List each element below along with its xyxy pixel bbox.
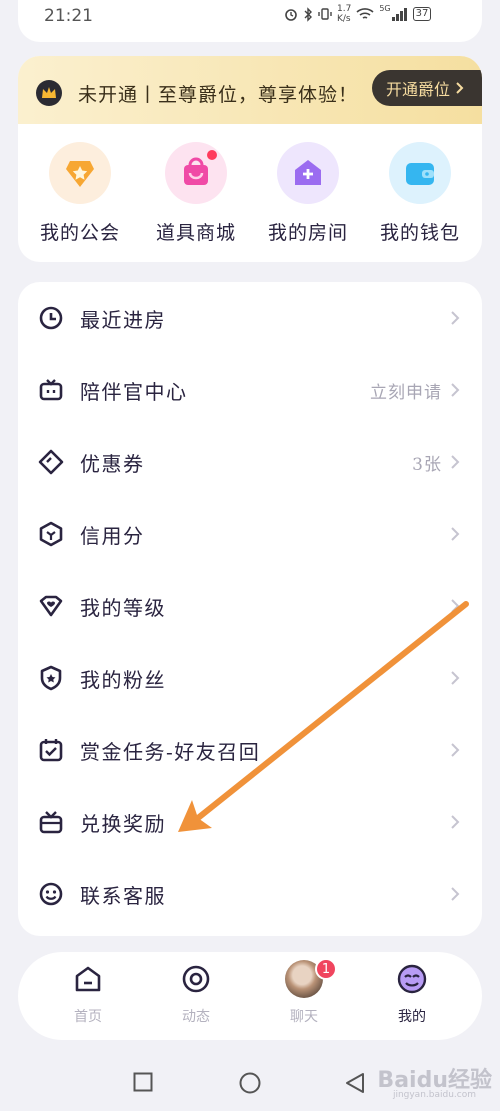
- menu-item-label: 联系客服: [80, 883, 166, 908]
- star-badge-icon: [49, 142, 111, 204]
- menu-item-customer-service[interactable]: 联系客服: [18, 858, 482, 930]
- credit-hexagon-icon: [39, 521, 63, 547]
- chevron-right-icon: [451, 311, 460, 325]
- menu-item-label: 兑换奖励: [80, 811, 166, 836]
- menu-list: 最近进房 陪伴官中心 立刻申请 优惠券 3张 信用分 我的等级 我的粉丝 赏金任…: [18, 282, 482, 936]
- smile-face-icon: [39, 882, 63, 906]
- bottom-nav: 首页 动态 1 聊天 我的: [18, 952, 482, 1040]
- vip-banner[interactable]: 未开通丨至尊爵位，尊享体验！ 开通爵位: [18, 56, 482, 124]
- signal-icon: [391, 7, 407, 21]
- chevron-right-icon: [451, 455, 460, 469]
- calendar-check-icon: [39, 739, 63, 762]
- status-icons: 1.7 K/s 5G 37: [284, 4, 432, 24]
- bluetooth-icon: [304, 6, 312, 22]
- profile-face-icon: [395, 962, 429, 996]
- net-speed-value: 1.7: [337, 4, 352, 14]
- quick-actions: 我的公会 道具商城 我的房间 我的钱包: [18, 142, 482, 252]
- open-vip-button[interactable]: 开通爵位: [372, 70, 482, 106]
- back-icon[interactable]: [344, 1072, 366, 1094]
- watermark-subtext: jingyan.baidu.com: [392, 1090, 476, 1100]
- quick-action-label: 我的钱包: [379, 222, 460, 244]
- quick-action-shop[interactable]: 道具商城: [138, 142, 254, 252]
- chevron-right-icon: [456, 82, 464, 94]
- battery-indicator: 37: [412, 7, 432, 21]
- quick-action-wallet[interactable]: 我的钱包: [362, 142, 478, 252]
- tv-icon: [39, 379, 63, 401]
- vip-status-text: 未开通丨至尊爵位，尊享体验！: [78, 84, 359, 106]
- menu-item-coupons[interactable]: 优惠券 3张: [18, 426, 482, 498]
- status-bar: 21:21 1.7 K/s 5G 37: [0, 0, 500, 32]
- open-vip-button-label: 开通爵位: [386, 80, 451, 99]
- nav-tab-label: 聊天: [290, 1009, 318, 1025]
- nav-tab-label: 首页: [74, 1009, 102, 1025]
- chevron-right-icon: [451, 815, 460, 829]
- avatar: 1: [285, 958, 337, 998]
- status-time: 21:21: [44, 6, 93, 26]
- chevron-right-icon: [451, 887, 460, 901]
- wifi-icon: [356, 8, 374, 19]
- quick-action-label: 我的公会: [39, 222, 120, 244]
- menu-item-my-fans[interactable]: 我的粉丝: [18, 642, 482, 714]
- wallet-icon: [389, 142, 451, 204]
- menu-item-label: 信用分: [80, 523, 145, 548]
- nav-tab-chat[interactable]: 1 聊天: [264, 958, 344, 1032]
- nav-tab-home[interactable]: 首页: [48, 962, 128, 1032]
- nav-tab-label: 我的: [398, 1009, 426, 1025]
- gift-box-icon: [39, 811, 63, 834]
- menu-item-label: 优惠券: [80, 451, 145, 476]
- menu-item-my-level[interactable]: 我的等级: [18, 570, 482, 642]
- menu-item-label: 我的等级: [80, 595, 166, 620]
- crown-icon: [36, 80, 62, 106]
- menu-item-label: 最近进房: [80, 307, 166, 332]
- level-heart-icon: [39, 595, 63, 617]
- menu-item-value: 3张: [412, 454, 442, 475]
- chevron-right-icon: [451, 599, 460, 613]
- menu-item-companion-center[interactable]: 陪伴官中心 立刻申请: [18, 354, 482, 426]
- chevron-right-icon: [451, 527, 460, 541]
- menu-item-redeem-rewards[interactable]: 兑换奖励: [18, 786, 482, 858]
- quick-action-label: 道具商城: [155, 222, 236, 244]
- menu-item-value: 立刻申请: [370, 382, 442, 403]
- net-speed-unit: K/s: [337, 14, 351, 24]
- alarm-icon: [285, 9, 297, 21]
- menu-item-label: 赏金任务-好友召回: [80, 739, 261, 764]
- nav-tab-me[interactable]: 我的: [372, 962, 452, 1032]
- signal-type-label: 5G: [379, 4, 391, 13]
- target-icon: [179, 962, 213, 996]
- unread-badge: 1: [315, 958, 337, 980]
- chevron-right-icon: [451, 383, 460, 397]
- menu-item-recent-rooms[interactable]: 最近进房: [18, 282, 482, 354]
- recent-apps-icon[interactable]: [133, 1072, 153, 1092]
- menu-item-credit-score[interactable]: 信用分: [18, 498, 482, 570]
- quick-action-label: 我的房间: [267, 222, 348, 244]
- chevron-right-icon: [451, 671, 460, 685]
- house-plus-icon: [277, 142, 339, 204]
- vibrate-icon: [318, 8, 332, 20]
- menu-item-label: 陪伴官中心: [80, 379, 188, 404]
- net-speed: 1.7 K/s: [337, 4, 351, 24]
- nav-tab-label: 动态: [182, 1009, 210, 1025]
- membership-card: 未开通丨至尊爵位，尊享体验！ 开通爵位 我的公会 道具商城 我的房间 我的钱包: [18, 56, 482, 262]
- quick-action-room[interactable]: 我的房间: [250, 142, 366, 252]
- quick-action-guild[interactable]: 我的公会: [22, 142, 138, 252]
- shopping-bag-icon: [165, 142, 227, 204]
- shield-icon: [40, 665, 62, 691]
- home-icon: [71, 962, 105, 996]
- notification-dot: [207, 150, 217, 160]
- nav-tab-feed[interactable]: 动态: [156, 962, 236, 1032]
- coupon-icon: [38, 449, 64, 475]
- menu-item-label: 我的粉丝: [80, 667, 166, 692]
- menu-item-bounty-task[interactable]: 赏金任务-好友召回: [18, 714, 482, 786]
- chevron-right-icon: [451, 743, 460, 757]
- home-button-icon[interactable]: [238, 1072, 262, 1094]
- clock-icon: [39, 306, 63, 330]
